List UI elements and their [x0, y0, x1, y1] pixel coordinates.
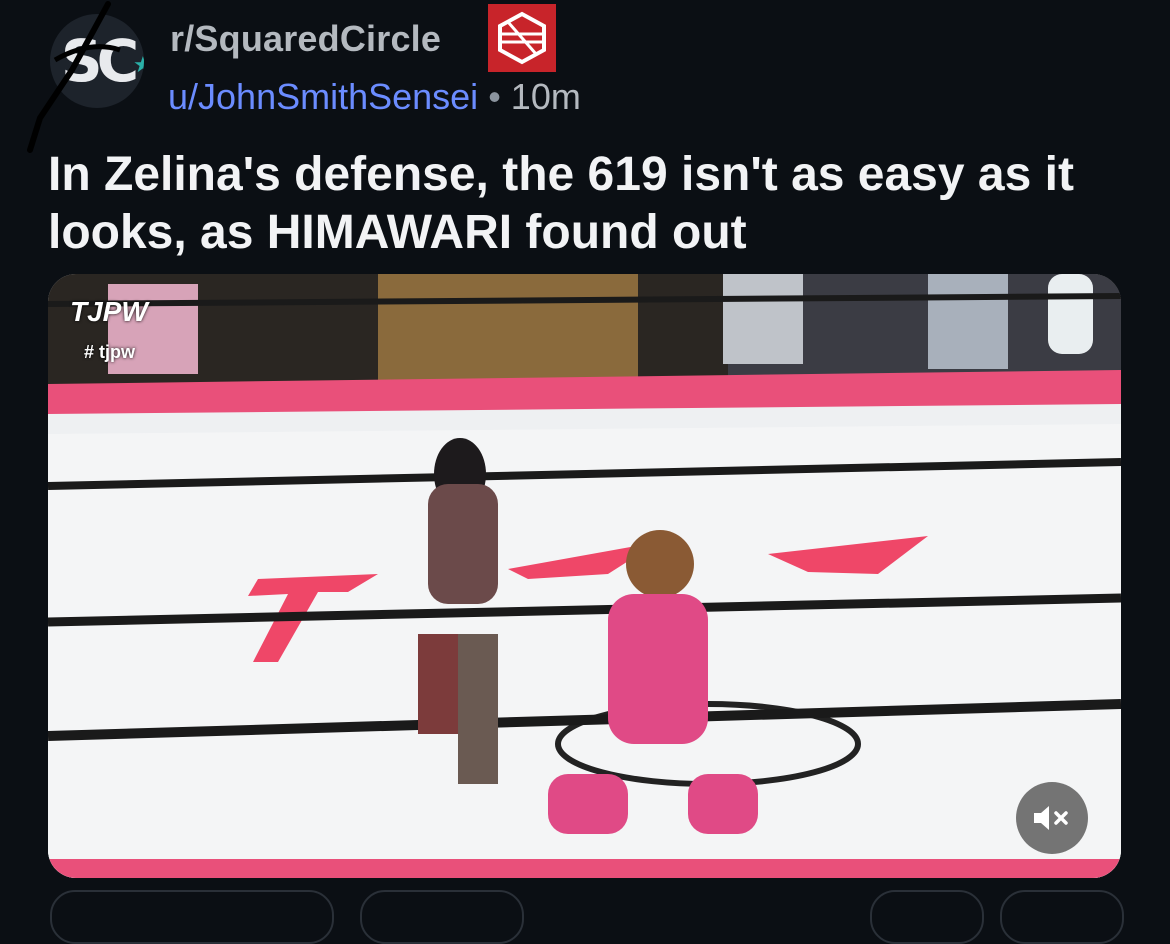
speaker-muted-icon: [1034, 806, 1068, 830]
mute-button[interactable]: [1016, 782, 1088, 854]
comment-pill[interactable]: [360, 890, 524, 944]
scribble-mark: [27, 1, 121, 153]
video-frame: [48, 274, 1121, 878]
post-header: SC ★ r/SquaredCircle u/JohnSmithSensei • 1…: [0, 0, 1170, 153]
post-time: 10m: [510, 76, 581, 117]
subreddit-name[interactable]: r/SquaredCircle: [170, 18, 441, 60]
tjpw-watermark: TJPW: [70, 296, 148, 327]
share-pill[interactable]: [1000, 890, 1124, 944]
author-username[interactable]: u/JohnSmithSensei: [168, 76, 478, 117]
award-pill[interactable]: [870, 890, 984, 944]
hashtag-watermark: # tjpw: [84, 342, 136, 362]
separator-dot: •: [488, 76, 501, 117]
post-title[interactable]: In Zelina's defense, the 619 isn't as ea…: [48, 146, 1128, 262]
wrestling-ring-flair-icon: [488, 4, 556, 72]
vote-pill[interactable]: [50, 890, 334, 944]
video-player[interactable]: TJPW # tjpw: [48, 274, 1121, 878]
author-line: u/JohnSmithSensei • 10m: [168, 76, 581, 118]
